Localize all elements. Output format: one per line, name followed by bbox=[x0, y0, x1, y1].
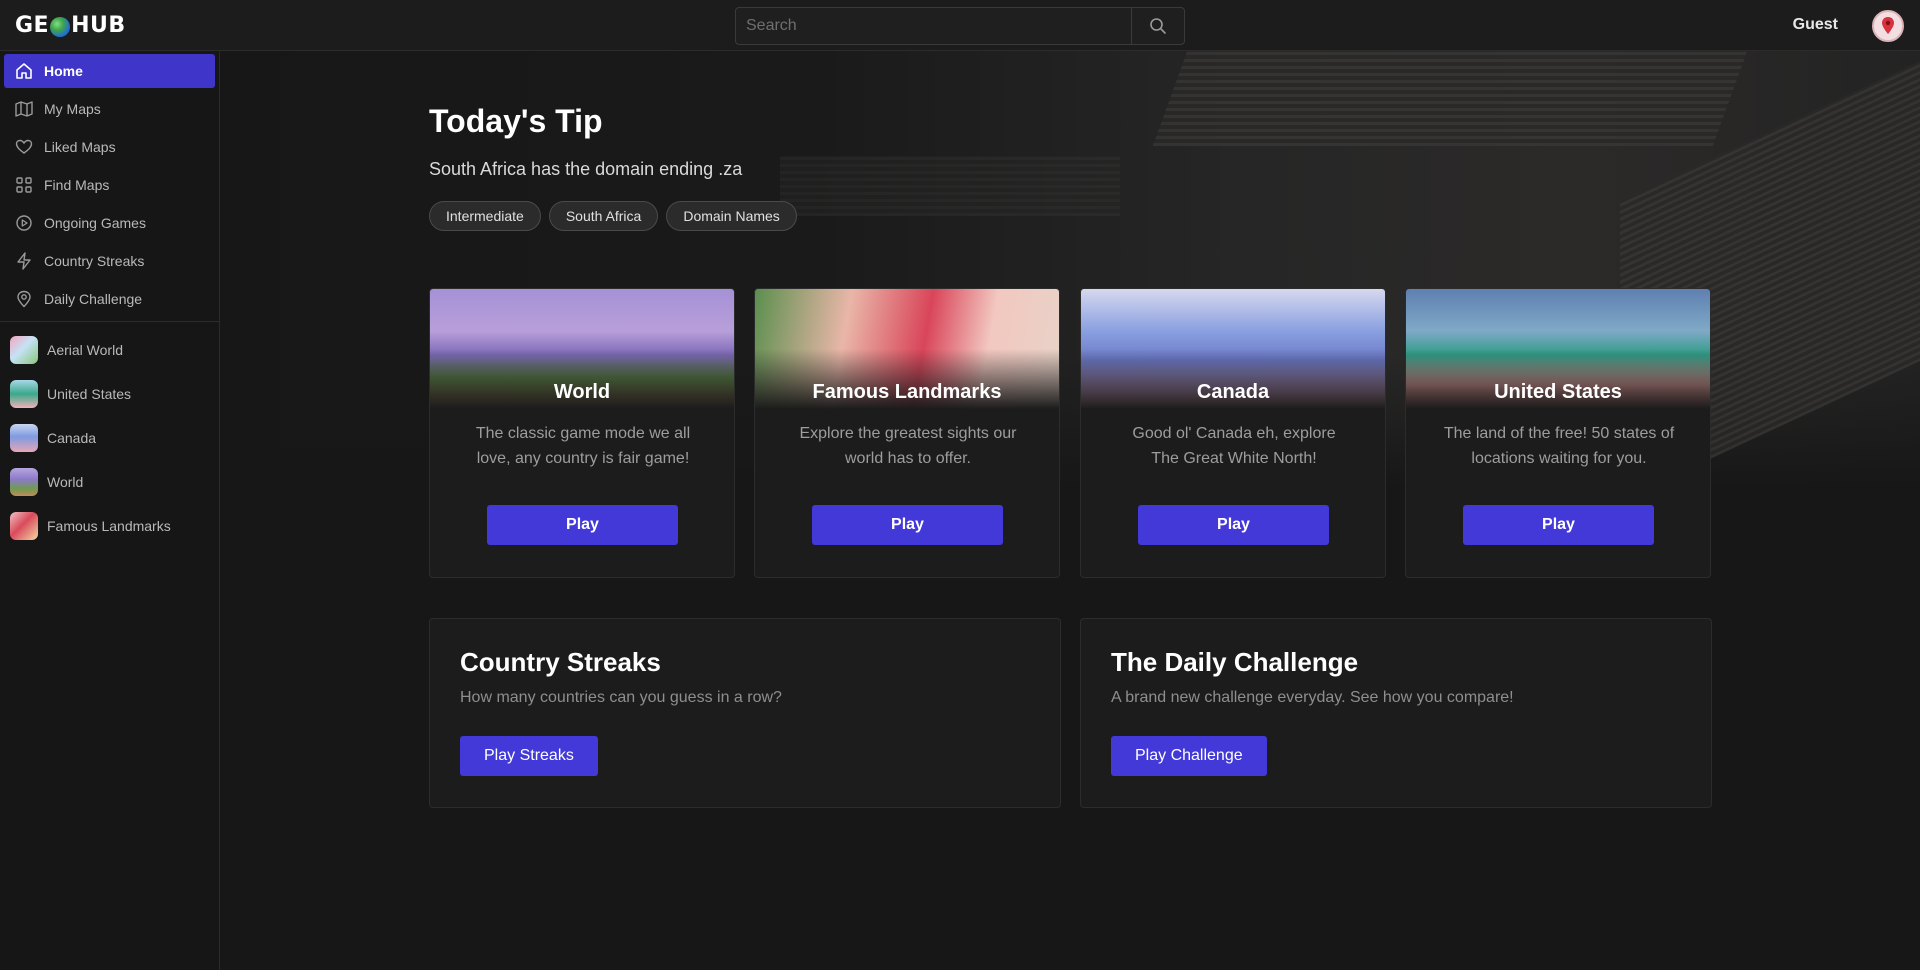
sidebar-item-country-streaks[interactable]: Country Streaks bbox=[4, 244, 215, 278]
card-title: United States bbox=[1494, 381, 1622, 403]
lightning-icon bbox=[12, 251, 36, 271]
sidebar-map-aerial-world[interactable]: Aerial World bbox=[10, 334, 215, 366]
sidebar-item-label: Country Streaks bbox=[44, 253, 145, 269]
play-button[interactable]: Play bbox=[1138, 505, 1329, 545]
location-pin-icon bbox=[12, 289, 36, 309]
map-card-famous-landmarks: Famous Landmarks Explore the greatest si… bbox=[754, 288, 1060, 578]
map-thumbnail bbox=[10, 424, 38, 452]
map-pin-avatar-icon bbox=[1882, 17, 1894, 34]
map-card-united-states: United States The land of the free! 50 s… bbox=[1405, 288, 1711, 578]
panel-description: A brand new challenge everyday. See how … bbox=[1111, 689, 1514, 706]
map-card-world: World The classic game mode we all love,… bbox=[429, 288, 735, 578]
heart-icon bbox=[12, 137, 36, 157]
map-icon bbox=[12, 99, 36, 119]
sidebar-map-label: Aerial World bbox=[47, 342, 123, 358]
sidebar-map-canada[interactable]: Canada bbox=[10, 422, 215, 454]
globe-icon bbox=[50, 16, 71, 37]
map-thumbnail bbox=[10, 512, 38, 540]
logo-text-left: GE bbox=[15, 13, 50, 38]
sidebar-item-label: Ongoing Games bbox=[44, 215, 146, 231]
main-content: Today's Tip South Africa has the domain … bbox=[220, 51, 1920, 970]
tip-tags: Intermediate South Africa Domain Names bbox=[429, 201, 797, 231]
sidebar-item-label: Daily Challenge bbox=[44, 291, 143, 307]
country-streaks-panel: Country Streaks How many countries can y… bbox=[429, 618, 1061, 808]
play-challenge-button[interactable]: Play Challenge bbox=[1111, 736, 1267, 776]
search-bar bbox=[735, 7, 1185, 45]
sidebar-map-label: World bbox=[47, 474, 84, 490]
sidebar-item-label: Liked Maps bbox=[44, 139, 116, 155]
tag-chip[interactable]: South Africa bbox=[548, 201, 659, 231]
card-description: Good ol' Canada eh, explore The Great Wh… bbox=[1132, 425, 1336, 467]
sidebar-item-daily-challenge[interactable]: Daily Challenge bbox=[4, 282, 215, 316]
map-thumbnail bbox=[10, 468, 38, 496]
play-button[interactable]: Play bbox=[1463, 505, 1654, 545]
sidebar-map-label: United States bbox=[47, 386, 132, 402]
sidebar-map-world[interactable]: World bbox=[10, 466, 215, 498]
roof-decoration bbox=[1152, 51, 1748, 146]
card-description: The classic game mode we all love, any c… bbox=[475, 425, 691, 467]
search-button[interactable] bbox=[1131, 8, 1184, 44]
logo-text-right: HUB bbox=[71, 13, 126, 38]
card-title: Famous Landmarks bbox=[812, 381, 1002, 403]
top-bar: GE HUB Guest bbox=[0, 0, 1920, 51]
sidebar-item-home[interactable]: Home bbox=[4, 54, 215, 88]
tag-chip[interactable]: Intermediate bbox=[429, 201, 541, 231]
play-streaks-button[interactable]: Play Streaks bbox=[460, 736, 598, 776]
map-card-canada: Canada Good ol' Canada eh, explore The G… bbox=[1080, 288, 1386, 578]
sidebar-item-label: Find Maps bbox=[44, 177, 110, 193]
sidebar: Home My Maps Liked Maps Find Maps Ongoin… bbox=[0, 51, 220, 970]
panel-title: The Daily Challenge bbox=[1111, 647, 1359, 677]
geohub-logo[interactable]: GE HUB bbox=[15, 13, 126, 38]
tip-title: Today's Tip bbox=[429, 103, 603, 139]
sidebar-item-label: My Maps bbox=[44, 101, 101, 117]
map-thumbnail bbox=[10, 336, 38, 364]
sidebar-map-label: Canada bbox=[47, 430, 97, 446]
avatar[interactable] bbox=[1872, 10, 1904, 42]
map-thumbnail bbox=[10, 380, 38, 408]
tip-text: South Africa has the domain ending .za bbox=[429, 159, 743, 179]
sidebar-map-united-states[interactable]: United States bbox=[10, 378, 215, 410]
sidebar-item-liked-maps[interactable]: Liked Maps bbox=[4, 130, 215, 164]
grid-icon bbox=[12, 175, 36, 195]
sidebar-item-find-maps[interactable]: Find Maps bbox=[4, 168, 215, 202]
play-button[interactable]: Play bbox=[487, 505, 678, 545]
sidebar-map-famous-landmarks[interactable]: Famous Landmarks bbox=[10, 510, 215, 542]
play-button[interactable]: Play bbox=[812, 505, 1003, 545]
roof-decoration bbox=[780, 156, 1120, 216]
sidebar-map-label: Famous Landmarks bbox=[47, 518, 171, 534]
user-name[interactable]: Guest bbox=[1793, 16, 1838, 34]
tag-chip[interactable]: Domain Names bbox=[666, 201, 797, 231]
card-description: The land of the free! 50 states of locat… bbox=[1443, 425, 1675, 467]
card-title: World bbox=[553, 381, 611, 403]
sidebar-divider bbox=[0, 321, 219, 322]
sidebar-item-label: Home bbox=[44, 63, 83, 79]
panel-title: Country Streaks bbox=[460, 647, 661, 677]
search-input[interactable] bbox=[736, 8, 1131, 44]
card-description: Explore the greatest sights our world ha… bbox=[799, 425, 1017, 467]
card-title: Canada bbox=[1196, 381, 1270, 403]
sidebar-item-my-maps[interactable]: My Maps bbox=[4, 92, 215, 126]
home-icon bbox=[12, 61, 36, 81]
search-icon bbox=[1150, 18, 1166, 34]
daily-challenge-panel: The Daily Challenge A brand new challeng… bbox=[1080, 618, 1712, 808]
panel-description: How many countries can you guess in a ro… bbox=[460, 689, 782, 706]
sidebar-item-ongoing-games[interactable]: Ongoing Games bbox=[4, 206, 215, 240]
play-circle-icon bbox=[12, 213, 36, 233]
